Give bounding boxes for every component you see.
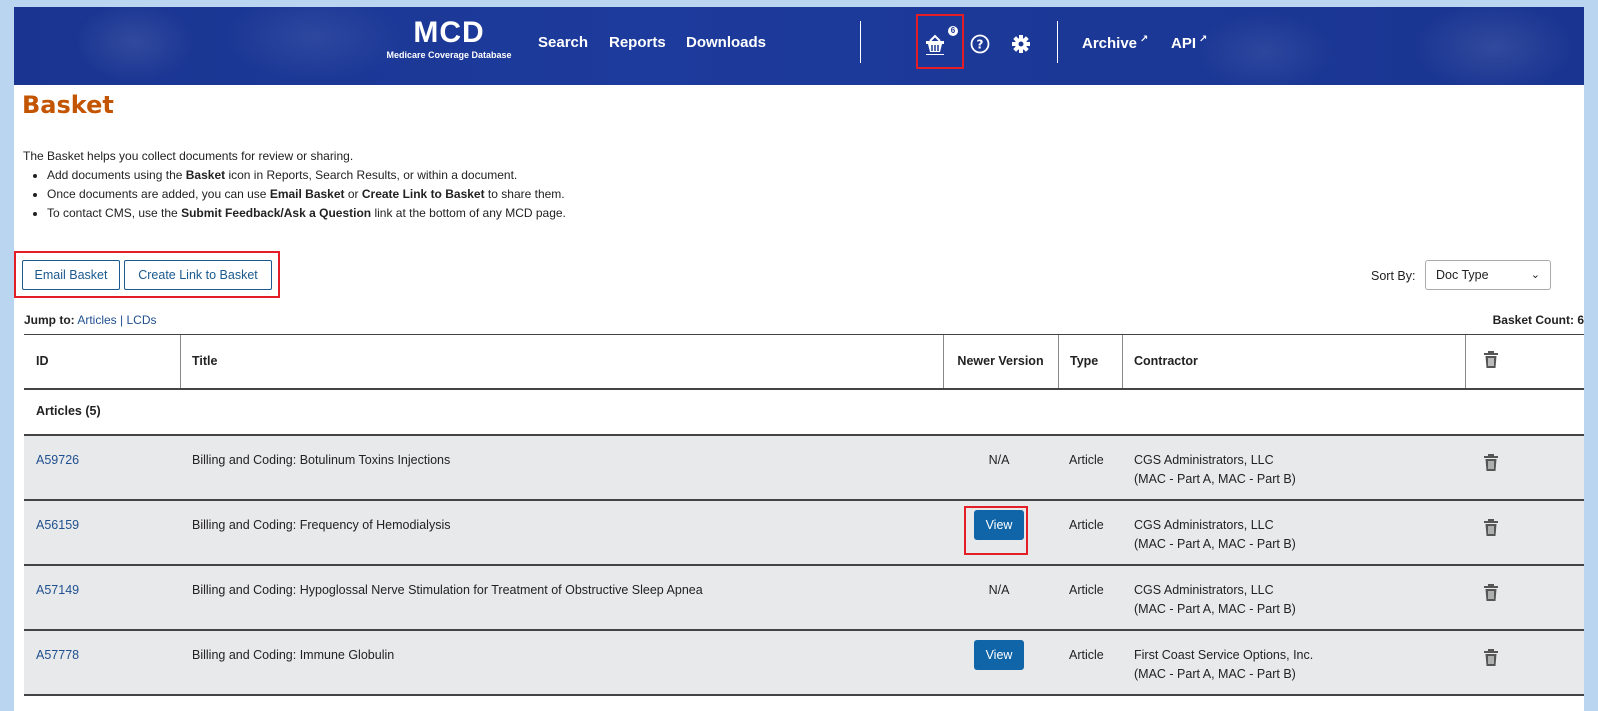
nav-divider <box>1057 21 1058 63</box>
col-newer-version: Newer Version <box>957 354 1044 368</box>
view-button[interactable]: View <box>974 510 1024 540</box>
row-contractor: CGS Administrators, LLC (MAC - Part A, MA… <box>1134 583 1296 616</box>
row-newer-version: View <box>942 510 1056 540</box>
group-header-articles: Articles (5) <box>24 390 1584 436</box>
intro-text: The Basket helps you collect documents f… <box>23 149 354 163</box>
col-type: Type <box>1070 354 1099 368</box>
logo-title: MCD <box>413 16 485 49</box>
trash-icon[interactable] <box>1482 518 1500 538</box>
external-link-icon: ↗ <box>1199 34 1208 45</box>
nav-reports[interactable]: Reports <box>609 34 666 51</box>
trash-icon[interactable] <box>1482 453 1500 473</box>
row-type: Article <box>1069 648 1104 662</box>
chevron-down-icon: ⌄ <box>1530 269 1540 281</box>
row-title: Billing and Coding: Immune Globulin <box>192 648 395 662</box>
row-id-link[interactable]: A57149 <box>36 581 79 600</box>
nav-search[interactable]: Search <box>538 34 588 51</box>
table-row: A59726 Billing and Coding: Botulinum Tox… <box>24 436 1584 501</box>
row-contractor: First Coast Service Options, Inc. (MAC - … <box>1134 648 1314 681</box>
row-newer-version: N/A <box>988 583 1010 597</box>
intro-bullet: Add documents using the Basket icon in R… <box>47 166 566 185</box>
jump-label: Jump to: <box>24 313 75 327</box>
intro-list: Add documents using the Basket icon in R… <box>23 166 566 223</box>
row-id-link[interactable]: A59726 <box>36 451 79 470</box>
api-label: API <box>1171 35 1197 52</box>
trash-icon[interactable] <box>1482 583 1500 603</box>
help-circle-icon[interactable]: ? <box>970 34 990 59</box>
top-navigation-bar: MCD Medicare Coverage Database Search Re… <box>14 7 1584 85</box>
row-type: Article <box>1069 453 1104 467</box>
svg-text:?: ? <box>977 38 984 52</box>
row-newer-version: View <box>942 640 1056 670</box>
row-title: Billing and Coding: Botulinum Toxins Inj… <box>192 453 451 467</box>
gear-icon[interactable] <box>1011 34 1031 59</box>
intro-bullet: To contact CMS, use the Submit Feedback/… <box>47 204 566 223</box>
jump-separator: | <box>120 313 124 327</box>
row-type: Article <box>1069 583 1104 597</box>
row-contractor: CGS Administrators, LLC (MAC - Part A, MA… <box>1134 518 1296 551</box>
create-link-button[interactable]: Create Link to Basket <box>124 260 272 290</box>
jump-articles-link[interactable]: Articles <box>77 313 116 327</box>
logo-subtitle: Medicare Coverage Database <box>386 50 512 60</box>
archive-label: Archive <box>1082 35 1138 52</box>
group-label: Articles (5) <box>36 404 101 418</box>
row-title: Billing and Coding: Frequency of Hemodia… <box>192 518 451 532</box>
table-header: ID Title Newer Version Type Contractor <box>24 334 1584 390</box>
basket-count: Basket Count: 6 <box>1492 313 1584 327</box>
trash-icon[interactable] <box>1482 648 1500 668</box>
nav-archive[interactable]: Archive ↗ <box>1082 34 1148 52</box>
jump-lcds-link[interactable]: LCDs <box>127 313 157 327</box>
app-frame: MCD Medicare Coverage Database Search Re… <box>14 7 1584 711</box>
basket-count-badge: 6 <box>948 26 958 36</box>
trash-all-icon[interactable] <box>1482 350 1500 370</box>
email-basket-button[interactable]: Email Basket <box>22 260 120 290</box>
nav-downloads[interactable]: Downloads <box>686 34 766 51</box>
col-title: Title <box>192 354 218 368</box>
sort-value: Doc Type <box>1436 268 1489 282</box>
row-type: Article <box>1069 518 1104 532</box>
row-newer-version: N/A <box>988 453 1010 467</box>
sort-select[interactable]: Doc Type ⌄ <box>1425 260 1551 290</box>
row-id-link[interactable]: A56159 <box>36 516 79 535</box>
nav-divider <box>860 21 861 63</box>
col-contractor: Contractor <box>1134 354 1198 368</box>
nav-api[interactable]: API ↗ <box>1171 34 1207 52</box>
col-divider <box>1465 335 1466 388</box>
col-id: ID <box>36 354 49 368</box>
table-row: A57778 Billing and Coding: Immune Globul… <box>24 631 1584 696</box>
row-title: Billing and Coding: Hypoglossal Nerve St… <box>192 583 703 597</box>
basket-icon[interactable] <box>924 33 946 60</box>
intro-bullet: Once documents are added, you can use Em… <box>47 185 566 204</box>
row-id-link[interactable]: A57778 <box>36 646 79 665</box>
basket-intro: The Basket helps you collect documents f… <box>23 147 566 223</box>
mcd-logo[interactable]: MCD Medicare Coverage Database <box>369 17 529 61</box>
row-contractor: CGS Administrators, LLC (MAC - Part A, MA… <box>1134 453 1296 486</box>
table-row: A56159 Billing and Coding: Frequency of … <box>24 501 1584 566</box>
jump-to-nav: Jump to: Articles | LCDs <box>24 313 157 327</box>
table-row: A57149 Billing and Coding: Hypoglossal N… <box>24 566 1584 631</box>
view-button[interactable]: View <box>974 640 1024 670</box>
sort-label: Sort By: <box>1371 269 1416 283</box>
external-link-icon: ↗ <box>1140 34 1149 45</box>
page-title: Basket <box>22 91 114 119</box>
